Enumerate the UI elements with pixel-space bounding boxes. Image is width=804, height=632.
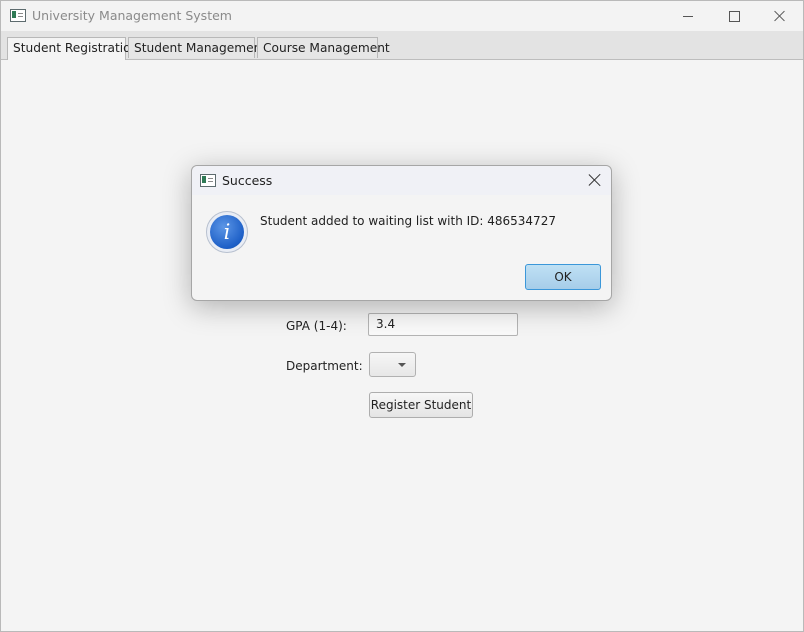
chevron-down-icon — [398, 363, 406, 367]
tab-bar: Student Registration Student Management … — [1, 31, 803, 60]
close-button[interactable] — [757, 1, 803, 31]
close-icon — [774, 10, 786, 22]
success-dialog: Success i Student added to waiting list … — [191, 165, 612, 301]
info-icon: i — [206, 211, 248, 253]
maximize-icon — [728, 10, 740, 22]
dialog-title: Success — [222, 173, 273, 188]
department-label: Department: — [286, 359, 363, 373]
tab-course-management[interactable]: Course Management — [257, 37, 390, 58]
app-icon — [10, 9, 26, 22]
gpa-field[interactable]: 3.4 — [368, 313, 518, 336]
dialog-message: Student added to waiting list with ID: 4… — [260, 214, 556, 228]
info-icon-glyph: i — [210, 215, 244, 249]
registration-panel: GPA (1-4): 3.4 Department: Register Stud… — [1, 60, 803, 631]
tab-student-registration[interactable]: Student Registration — [7, 37, 138, 60]
title-bar[interactable]: University Management System — [1, 1, 803, 31]
window-title: University Management System — [32, 8, 232, 23]
dialog-title-bar[interactable]: Success — [192, 166, 611, 195]
dialog-close-icon[interactable] — [587, 172, 603, 188]
minimize-icon — [683, 15, 693, 17]
gpa-label: GPA (1-4): — [286, 319, 347, 333]
dialog-app-icon — [200, 174, 216, 187]
register-student-button[interactable]: Register Student — [369, 392, 473, 418]
ok-button[interactable]: OK — [525, 264, 601, 290]
main-window: University Management System Student Reg… — [0, 0, 804, 632]
department-combo[interactable] — [369, 352, 416, 377]
minimize-button[interactable] — [665, 1, 711, 31]
maximize-button[interactable] — [711, 1, 757, 31]
tab-student-management[interactable]: Student Management — [128, 37, 266, 58]
